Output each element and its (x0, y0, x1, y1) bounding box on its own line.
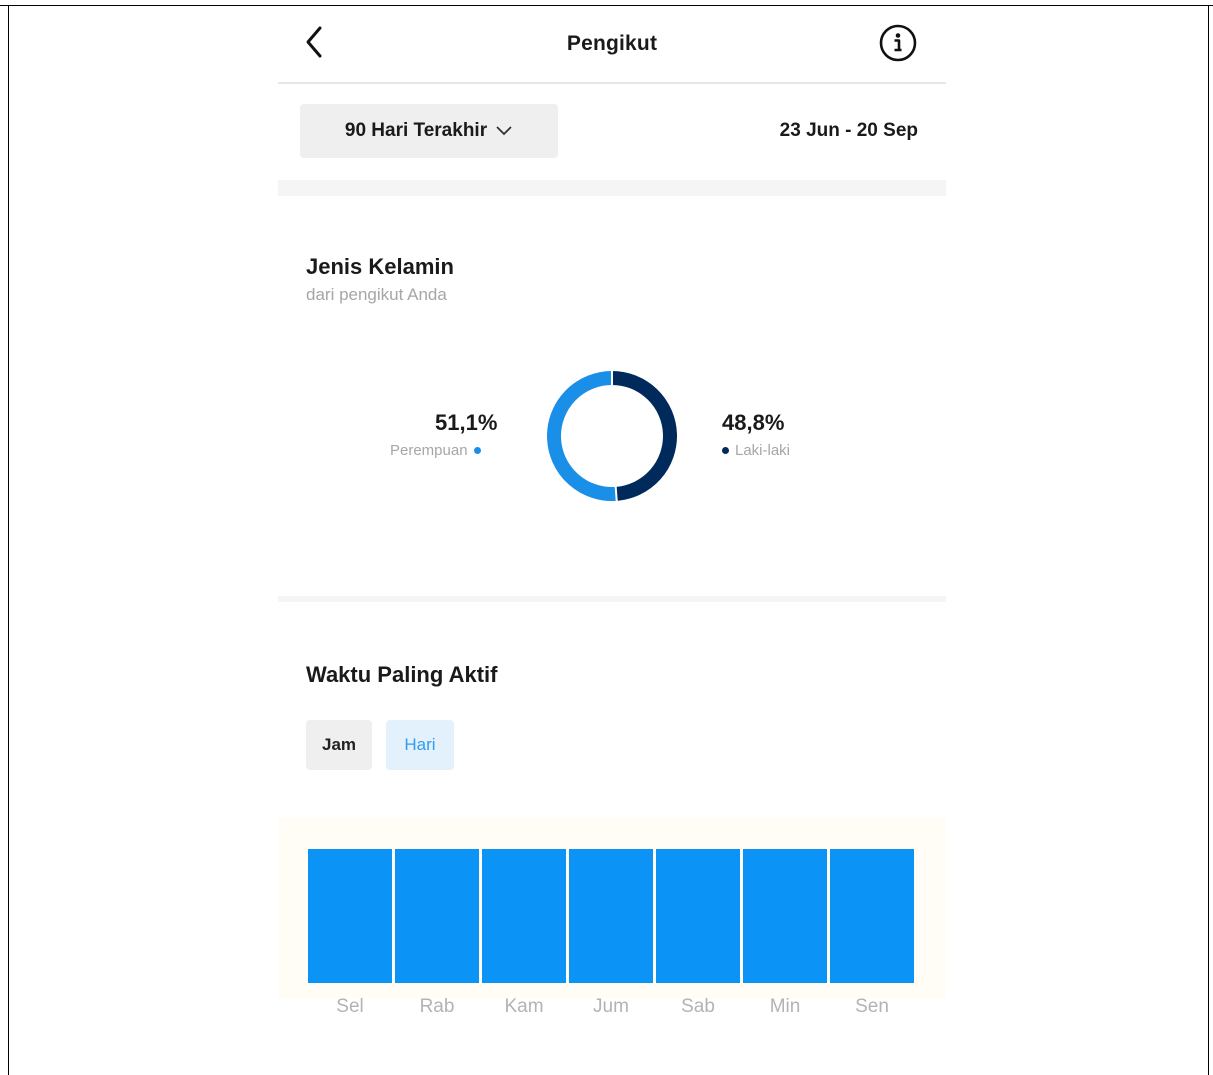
bar-sel (308, 849, 392, 983)
followers-screen: Pengikut 90 Hari Terakhir 23 Jun - 20 Se… (278, 6, 946, 1075)
x-axis-label: Min (769, 996, 801, 1017)
bar-sab (656, 849, 740, 983)
active-days-bar-chart: Sel Rab Kam Jum Sab Min Sen (278, 6, 946, 1075)
bar-rab (395, 849, 479, 983)
x-axis-label: Sab (681, 996, 715, 1017)
x-axis-label: Sen (855, 996, 889, 1017)
bar-jum (569, 849, 653, 983)
x-axis-label: Rab (419, 996, 455, 1017)
x-axis-label: Kam (504, 996, 544, 1017)
x-axis-label: Jum (593, 996, 629, 1017)
bar-kam (482, 849, 566, 983)
bar-min (743, 849, 827, 983)
frame-border-right (1208, 5, 1209, 1075)
frame-border-left (8, 5, 9, 1075)
x-axis-label: Sel (336, 996, 364, 1017)
bar-sen (830, 849, 914, 983)
